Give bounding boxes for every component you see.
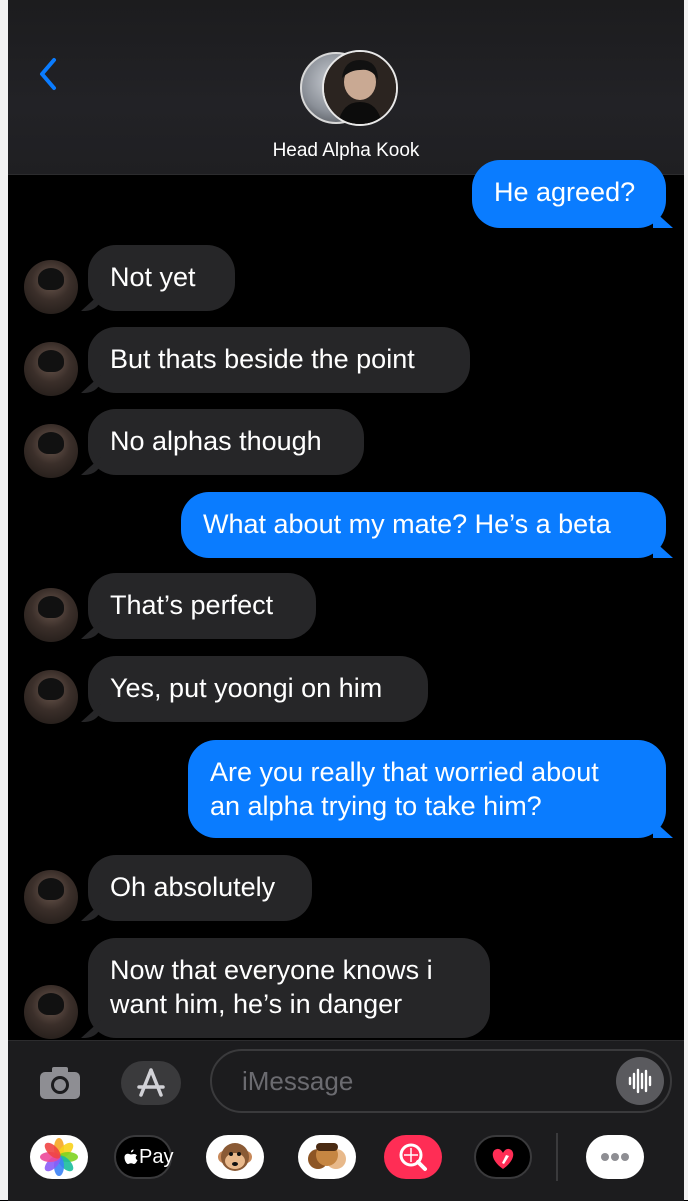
apple-pay-label: Pay	[139, 1146, 174, 1168]
message-text: That’s perfect	[110, 590, 274, 620]
message-text-line: want him, he’s in danger	[110, 989, 403, 1019]
incoming-message-bubble[interactable]: Yes, put yoongi on him	[88, 656, 428, 722]
more-apps-icon	[601, 1153, 629, 1161]
incoming-message-bubble[interactable]: Oh absolutely	[88, 855, 312, 921]
animoji-button[interactable]	[206, 1135, 264, 1179]
more-apps-button[interactable]	[586, 1135, 644, 1179]
contact-name[interactable]: Head Alpha Kook	[8, 140, 684, 162]
apple-pay-button[interactable]: Pay	[114, 1135, 174, 1179]
conversation-header: Head Alpha Kook	[8, 0, 684, 175]
image-search-icon	[399, 1143, 427, 1171]
app-drawer-divider	[556, 1133, 558, 1181]
contact-avatar-group[interactable]	[300, 50, 400, 130]
sender-avatar[interactable]	[24, 870, 78, 924]
message-text: He agreed?	[494, 177, 636, 207]
digital-touch-icon	[492, 1148, 514, 1169]
message-input[interactable]: iMessage	[210, 1049, 672, 1113]
compose-bar: iMessage Pay	[8, 1040, 684, 1201]
incoming-message-bubble[interactable]: Not yet	[88, 245, 235, 311]
app-store-icon	[137, 1068, 165, 1097]
memoji-icon	[308, 1143, 346, 1169]
contact-avatar	[322, 50, 398, 126]
app-drawer: Pay	[8, 1133, 684, 1195]
back-button[interactable]	[34, 56, 64, 92]
message-input-placeholder: iMessage	[242, 1066, 354, 1096]
apple-logo-icon	[124, 1149, 138, 1164]
message-text: Oh absolutely	[110, 872, 276, 902]
message-text: What about my mate? He’s a beta	[203, 509, 611, 539]
photos-app-icon	[40, 1138, 78, 1176]
message-text: But thats beside the point	[110, 344, 415, 374]
message-text: Not yet	[110, 262, 196, 292]
image-search-button[interactable]	[384, 1135, 442, 1179]
camera-icon	[40, 1067, 80, 1099]
waveform-icon	[628, 1068, 652, 1094]
monkey-animoji-icon	[218, 1143, 252, 1171]
app-store-button[interactable]	[121, 1061, 181, 1105]
sender-avatar[interactable]	[24, 424, 78, 478]
camera-button[interactable]	[38, 1065, 82, 1101]
sender-avatar[interactable]	[24, 588, 78, 642]
incoming-message-bubble[interactable]: Now that everyone knows i want him, he’s…	[88, 938, 490, 1038]
outgoing-message-bubble[interactable]: He agreed?	[472, 160, 666, 228]
message-text: Yes, put yoongi on him	[110, 673, 383, 703]
sender-avatar[interactable]	[24, 260, 78, 314]
message-text: No alphas though	[110, 426, 322, 456]
memoji-button[interactable]	[298, 1135, 356, 1179]
digital-touch-button[interactable]	[474, 1135, 532, 1179]
incoming-message-bubble[interactable]: That’s perfect	[88, 573, 316, 639]
sender-avatar[interactable]	[24, 985, 78, 1039]
chevron-left-icon	[40, 58, 56, 90]
message-thread: He agreed? Not yet But thats beside the …	[0, 160, 688, 1040]
outgoing-message-bubble[interactable]: Are you really that worried about an alp…	[188, 740, 666, 838]
message-text-line: an alpha trying to take him?	[210, 791, 542, 821]
message-text-line: Are you really that worried about	[210, 757, 599, 787]
sender-avatar[interactable]	[24, 342, 78, 396]
photos-app-button[interactable]	[30, 1135, 88, 1179]
audio-message-button[interactable]	[616, 1057, 664, 1105]
sender-avatar[interactable]	[24, 670, 78, 724]
incoming-message-bubble[interactable]: No alphas though	[88, 409, 364, 475]
outgoing-message-bubble[interactable]: What about my mate? He’s a beta	[181, 492, 666, 558]
message-text-line: Now that everyone knows i	[110, 955, 433, 985]
incoming-message-bubble[interactable]: But thats beside the point	[88, 327, 470, 393]
